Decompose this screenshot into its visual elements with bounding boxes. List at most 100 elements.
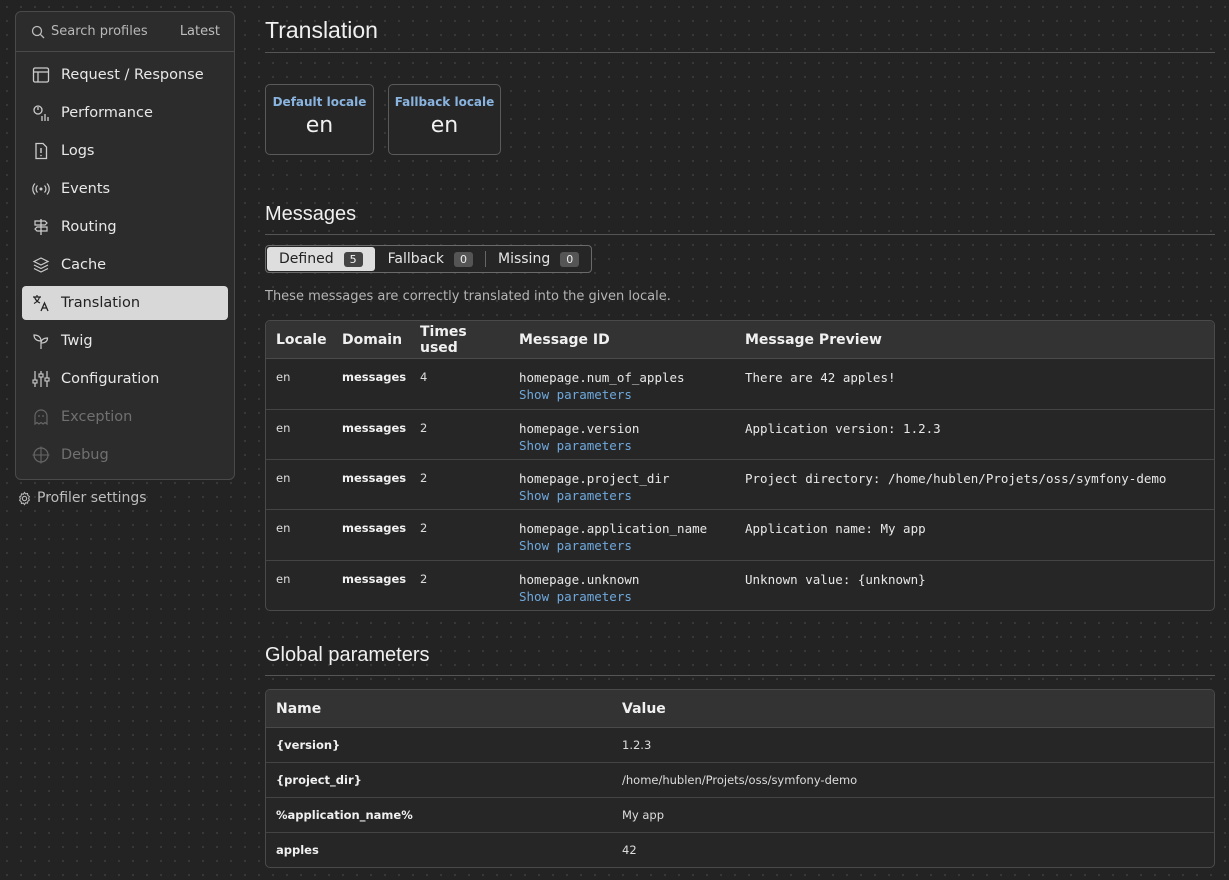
sidebar-item-events[interactable]: Events xyxy=(22,172,228,206)
sidebar-item-label: Cache xyxy=(61,257,107,273)
search-icon xyxy=(31,25,45,39)
show-parameters-link[interactable]: Show parameters xyxy=(519,438,735,453)
cell-locale: en xyxy=(276,421,291,435)
sidebar-item-cache[interactable]: Cache xyxy=(22,248,228,282)
page-title: Translation xyxy=(265,17,1215,53)
metric-label: Fallback locale xyxy=(394,95,495,109)
twig-icon xyxy=(31,331,51,351)
metric-default-locale: Default locale en xyxy=(265,84,374,155)
cell-param-name: %application_name% xyxy=(276,808,413,822)
table-row: {version} 1.2.3 xyxy=(266,728,1214,763)
table-row: {project_dir} /home/hublen/Projets/oss/s… xyxy=(266,763,1214,798)
profiler-settings-label: Profiler settings xyxy=(37,490,147,506)
sidebar-item-debug[interactable]: Debug xyxy=(22,438,228,472)
cell-message-id: homepage.project_dir Show parameters xyxy=(509,471,735,509)
cell-domain: messages xyxy=(342,572,407,586)
tab-defined[interactable]: Defined 5 xyxy=(267,247,375,271)
search-input[interactable]: Search profiles xyxy=(51,24,180,39)
tab-count-badge: 5 xyxy=(343,251,363,267)
sidebar-item-label: Performance xyxy=(61,105,153,121)
cell-message-preview: Application version: 1.2.3 xyxy=(745,421,941,436)
messages-description: These messages are correctly translated … xyxy=(265,289,671,304)
cell-param-value: 42 xyxy=(622,843,637,857)
cell-domain: messages xyxy=(342,471,407,485)
sidebar-item-twig[interactable]: Twig xyxy=(22,324,228,358)
sidebar-item-label: Twig xyxy=(61,333,93,349)
cell-param-name: apples xyxy=(276,843,319,857)
gear-icon xyxy=(17,490,32,506)
tab-missing[interactable]: Missing 0 xyxy=(486,246,591,272)
sidebar-item-label: Routing xyxy=(61,219,117,235)
message-id: homepage.version xyxy=(519,421,640,436)
tab-fallback[interactable]: Fallback 0 xyxy=(376,246,485,272)
debug-icon xyxy=(31,445,51,465)
table-row: %application_name% My app xyxy=(266,798,1214,833)
show-parameters-link[interactable]: Show parameters xyxy=(519,387,735,402)
sidebar-item-label: Translation xyxy=(61,295,141,311)
tab-label: Defined xyxy=(279,251,334,267)
table-row: apples 42 xyxy=(266,833,1214,867)
column-header: Value xyxy=(622,700,666,717)
column-header: Name xyxy=(276,700,322,717)
sidebar-item-exception[interactable]: Exception xyxy=(22,400,228,434)
column-header: Domain xyxy=(342,331,403,348)
messages-tabs: Defined 5 Fallback 0 Missing 0 xyxy=(265,245,593,273)
show-parameters-link[interactable]: Show parameters xyxy=(519,488,735,503)
table-header: Name Value xyxy=(266,690,1214,728)
table-header: Locale Domain Times used Message ID Mess… xyxy=(266,321,1214,359)
events-icon xyxy=(31,179,51,199)
sidebar-item-request-response[interactable]: Request / Response xyxy=(22,58,228,92)
cell-times-used: 2 xyxy=(420,421,428,435)
sidebar-item-performance[interactable]: Performance xyxy=(22,96,228,130)
cell-param-value: /home/hublen/Projets/oss/symfony-demo xyxy=(622,773,858,787)
message-id: homepage.project_dir xyxy=(519,471,670,486)
messages-table: Locale Domain Times used Message ID Mess… xyxy=(265,320,1215,611)
cell-message-preview: Application name: My app xyxy=(745,521,926,536)
cell-domain: messages xyxy=(342,421,407,435)
sidebar-item-configuration[interactable]: Configuration xyxy=(22,362,228,396)
cell-message-id: homepage.unknown Show parameters xyxy=(509,572,735,610)
table-row: en messages 2 homepage.unknown Show para… xyxy=(266,561,1214,610)
cell-times-used: 2 xyxy=(420,572,428,586)
table-row: en messages 4 homepage.num_of_apples Sho… xyxy=(266,359,1214,410)
message-id: homepage.application_name xyxy=(519,521,708,536)
cell-locale: en xyxy=(276,572,291,586)
sidebar-item-label: Request / Response xyxy=(61,67,204,83)
tab-label: Missing xyxy=(498,251,551,267)
cell-param-value: My app xyxy=(622,808,665,822)
cell-times-used: 2 xyxy=(420,521,428,535)
cell-message-id: homepage.version Show parameters xyxy=(509,421,735,459)
sidebar-item-translation[interactable]: Translation xyxy=(22,286,228,320)
sidebar-item-label: Logs xyxy=(61,143,95,159)
cell-domain: messages xyxy=(342,521,407,535)
cache-icon xyxy=(31,255,51,275)
metric-fallback-locale: Fallback locale en xyxy=(388,84,501,155)
cell-message-id: homepage.num_of_apples Show parameters xyxy=(509,370,735,409)
sidebar-item-label: Debug xyxy=(61,447,109,463)
cell-param-value: 1.2.3 xyxy=(622,738,652,752)
sidebar-item-logs[interactable]: Logs xyxy=(22,134,228,168)
sidebar-item-routing[interactable]: Routing xyxy=(22,210,228,244)
show-parameters-link[interactable]: Show parameters xyxy=(519,538,735,553)
global-parameters-heading: Global parameters xyxy=(265,644,1215,676)
tab-label: Fallback xyxy=(387,251,444,267)
sidebar: Search profiles Latest Request / Respons… xyxy=(15,11,235,480)
message-id: homepage.num_of_apples xyxy=(519,370,685,385)
message-id: homepage.unknown xyxy=(519,572,640,587)
column-header: Times used xyxy=(420,323,467,356)
column-header: Message ID xyxy=(519,331,610,348)
metric-value: en xyxy=(430,113,459,138)
search-profiles[interactable]: Search profiles Latest xyxy=(16,12,234,52)
logs-icon xyxy=(31,141,51,161)
sidebar-item-label: Events xyxy=(61,181,111,197)
column-header: Locale xyxy=(276,331,327,348)
sidebar-menu: Request / Response Performance Logs Even… xyxy=(16,52,234,472)
request-icon xyxy=(31,65,51,85)
table-row: en messages 2 homepage.project_dir Show … xyxy=(266,460,1214,510)
sidebar-item-label: Exception xyxy=(61,409,133,425)
show-parameters-link[interactable]: Show parameters xyxy=(519,589,735,604)
profiler-settings-link[interactable]: Profiler settings xyxy=(17,490,147,506)
latest-link[interactable]: Latest xyxy=(180,24,220,39)
translation-icon xyxy=(31,293,51,313)
cell-locale: en xyxy=(276,471,291,485)
